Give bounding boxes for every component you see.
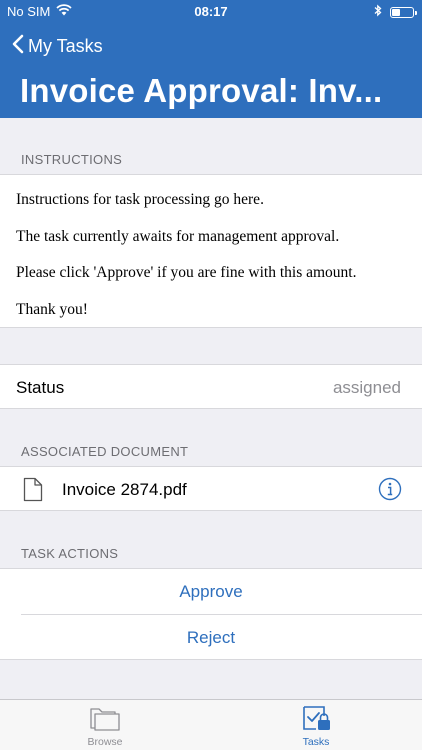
bluetooth-icon — [374, 4, 382, 20]
file-icon — [23, 477, 43, 507]
task-actions-panel: Approve Reject — [0, 568, 422, 660]
tab-browse-label: Browse — [87, 736, 123, 748]
clock: 08:17 — [194, 4, 228, 19]
info-icon[interactable] — [378, 477, 402, 506]
status-bar: No SIM 08:17 — [0, 0, 422, 24]
locked-task-icon — [300, 706, 332, 734]
instruction-line: Thank you! — [16, 300, 88, 318]
reject-button[interactable]: Reject — [0, 615, 422, 660]
approve-button[interactable]: Approve — [0, 569, 422, 614]
status-bar-right — [374, 4, 417, 20]
instruction-line: Instructions for task processing go here… — [16, 191, 264, 208]
chevron-left-icon — [12, 34, 24, 59]
status-value: assigned — [332, 378, 401, 397]
status-row: Status assigned — [0, 364, 422, 409]
folder-icon — [89, 708, 121, 734]
instructions-header: INSTRUCTIONS — [21, 152, 123, 167]
instruction-line: The task currently awaits for management… — [16, 227, 340, 245]
task-actions-header: TASK ACTIONS — [21, 546, 119, 561]
instructions-panel: Instructions for task processing go here… — [0, 174, 422, 328]
tab-tasks[interactable]: Tasks — [276, 705, 356, 748]
status-label: Status — [16, 378, 65, 397]
tab-tasks-label: Tasks — [302, 736, 330, 748]
back-label: My Tasks — [28, 36, 103, 56]
document-row[interactable]: Invoice 2874.pdf — [0, 466, 422, 511]
document-name: Invoice 2874.pdf — [62, 480, 187, 499]
associated-document-header: ASSOCIATED DOCUMENT — [21, 444, 189, 459]
battery-icon — [390, 6, 417, 18]
back-button[interactable]: My Tasks — [12, 34, 103, 59]
instruction-line: Please click 'Approve' if you are fine w… — [16, 264, 357, 281]
tab-bar: Browse Tasks — [0, 699, 422, 750]
navigation-bar: My Tasks Invoice Approval: Inv... — [0, 24, 422, 118]
page-title: Invoice Approval: Inv... — [20, 72, 383, 109]
tab-browse[interactable]: Browse — [65, 705, 145, 748]
